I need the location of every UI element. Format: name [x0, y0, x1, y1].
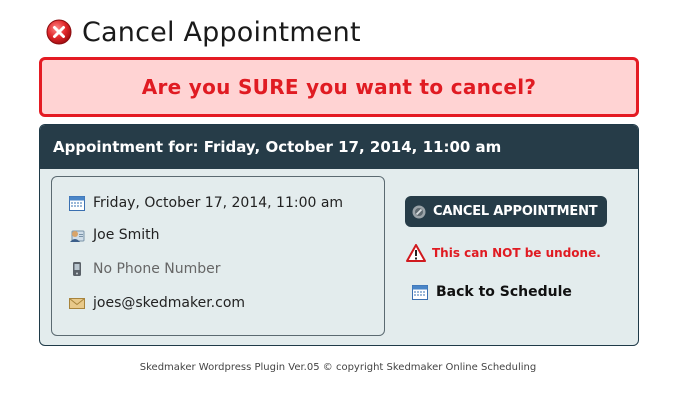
page-header: Cancel Appointment	[46, 14, 361, 50]
detail-name-text: Joe Smith	[93, 227, 160, 243]
detail-datetime-text: Friday, October 17, 2014, 11:00 am	[93, 195, 344, 211]
detail-email: joes@skedmaker.com	[69, 293, 245, 313]
appointment-details-card: Friday, October 17, 2014, 11:00 am Joe S…	[51, 176, 385, 336]
appointment-header-text: Appointment for: Friday, October 17, 201…	[53, 138, 502, 156]
cancel-x-icon	[46, 19, 72, 45]
email-envelope-icon	[69, 298, 85, 309]
cancel-appointment-button[interactable]: CANCEL APPOINTMENT	[405, 196, 607, 227]
detail-datetime: Friday, October 17, 2014, 11:00 am	[69, 193, 343, 213]
panel-header: Appointment for: Friday, October 17, 201…	[40, 125, 638, 169]
back-to-schedule-label: Back to Schedule	[436, 284, 572, 300]
detail-phone: No Phone Number	[69, 259, 221, 279]
page-title: Cancel Appointment	[82, 16, 361, 48]
back-to-schedule-link[interactable]: Back to Schedule	[412, 282, 572, 302]
calendar-icon	[69, 196, 85, 211]
appointment-panel: Appointment for: Friday, October 17, 201…	[39, 124, 639, 346]
warning-triangle-icon	[406, 244, 426, 262]
detail-name: Joe Smith	[69, 225, 160, 245]
cancel-confirmation-banner: Are you SURE you want to cancel?	[39, 57, 639, 117]
detail-email-text: joes@skedmaker.com	[93, 295, 246, 311]
cancel-appointment-label: CANCEL APPOINTMENT	[433, 204, 598, 219]
footer-copyright: Skedmaker Wordpress Plugin Ver.05 © copy…	[139, 362, 537, 373]
calendar-icon	[412, 285, 428, 300]
undo-warning: This can NOT be undone.	[406, 242, 601, 264]
user-card-icon	[70, 230, 85, 242]
mobile-phone-icon	[73, 262, 81, 276]
confirmation-question: Are you SURE you want to cancel?	[141, 75, 537, 99]
undo-warning-text: This can NOT be undone.	[432, 246, 601, 260]
cancel-circle-icon	[412, 205, 426, 218]
detail-phone-text: No Phone Number	[93, 261, 221, 277]
